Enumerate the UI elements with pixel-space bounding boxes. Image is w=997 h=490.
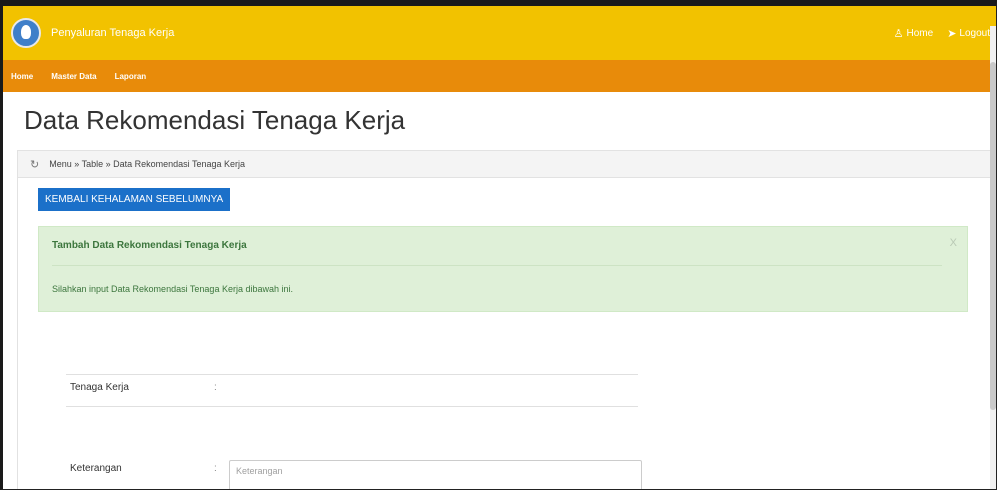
keterangan-colon: :	[214, 463, 217, 474]
form-divider-bottom	[66, 406, 638, 407]
nav-item-laporan[interactable]: Laporan	[115, 72, 147, 81]
form-divider-top	[66, 374, 638, 375]
alert-close-button[interactable]: X	[950, 237, 957, 249]
app-logo-icon	[11, 18, 41, 48]
page-scrollbar[interactable]	[990, 26, 996, 489]
home-link[interactable]: ♙ Home	[894, 27, 934, 40]
top-header: Penyaluran Tenaga Kerja ♙ Home ➤ Logout	[3, 6, 996, 60]
logout-arrow-icon: ➤	[947, 27, 957, 40]
top-right-links: ♙ Home ➤ Logout	[894, 27, 996, 40]
keterangan-label: Keterangan	[70, 463, 122, 474]
nav-item-master-data[interactable]: Master Data	[51, 72, 96, 81]
home-link-label: Home	[906, 27, 934, 39]
refresh-icon: ↻	[30, 158, 40, 171]
tenaga-kerja-label: Tenaga Kerja	[70, 382, 129, 393]
breadcrumb: ↻ Menu » Table » Data Rekomendasi Tenaga…	[17, 150, 991, 178]
breadcrumb-text: Menu » Table » Data Rekomendasi Tenaga K…	[49, 159, 246, 169]
info-alert: Tambah Data Rekomendasi Tenaga Kerja X S…	[38, 226, 968, 312]
alert-title: Tambah Data Rekomendasi Tenaga Kerja	[52, 240, 247, 251]
logout-link[interactable]: ➤ Logout	[947, 27, 990, 40]
app-title: Penyaluran Tenaga Kerja	[51, 27, 175, 39]
content-panel: KEMBALI KEHALAMAN SEBELUMNYA Tambah Data…	[17, 178, 991, 489]
page-title: Data Rekomendasi Tenaga Kerja	[24, 105, 406, 135]
tenaga-kerja-colon: :	[214, 382, 217, 393]
user-icon: ♙	[893, 27, 904, 40]
main-navbar: Home Master Data Laporan	[3, 60, 996, 92]
alert-body: Silahkan input Data Rekomendasi Tenaga K…	[52, 284, 293, 294]
keterangan-field[interactable]	[229, 460, 642, 489]
back-button[interactable]: KEMBALI KEHALAMAN SEBELUMNYA	[38, 188, 231, 211]
nav-item-home[interactable]: Home	[11, 72, 33, 81]
scrollbar-thumb[interactable]	[990, 62, 996, 410]
app-window: Penyaluran Tenaga Kerja ♙ Home ➤ Logout …	[0, 0, 997, 490]
alert-divider	[52, 265, 942, 266]
logout-link-label: Logout	[959, 27, 990, 39]
